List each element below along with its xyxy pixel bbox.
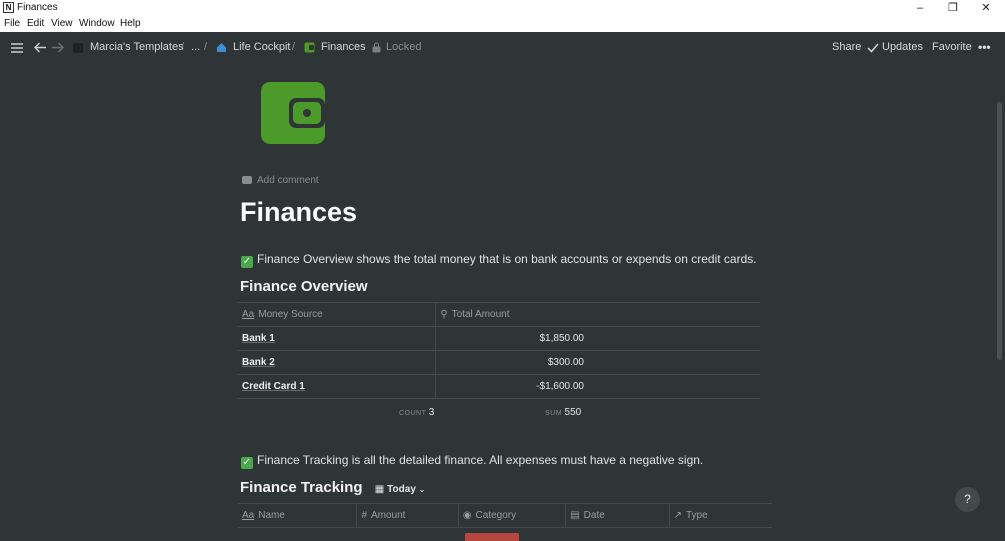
column-header-money-source[interactable]: Aa Money Source: [238, 302, 436, 327]
callout-finance-tracking: ✓ Finance Tracking is all the detailed fi…: [241, 453, 703, 469]
back-arrow-icon[interactable]: [33, 41, 47, 54]
wallet-page-icon[interactable]: [257, 78, 329, 148]
menu-window[interactable]: Window: [79, 18, 115, 29]
column-header-type[interactable]: ↗ Type: [668, 503, 772, 528]
minimize-icon[interactable]: –: [905, 0, 935, 16]
chevron-down-icon: ⌄: [418, 485, 426, 494]
breadcrumb-separator: /: [292, 41, 296, 53]
breadcrumb-current[interactable]: Finances: [321, 41, 366, 53]
callout-text[interactable]: Finance Tracking is all the detailed fin…: [257, 453, 703, 467]
menu-edit[interactable]: Edit: [27, 18, 44, 29]
workspace-icon: [73, 43, 83, 53]
finance-overview-table: Aa Money Source ⚲ Total Amount Bank 1 $1,8…: [238, 302, 760, 399]
breadcrumb-ellipsis[interactable]: ...: [191, 41, 200, 53]
column-header-date[interactable]: ▤ Date: [565, 503, 670, 528]
locked-label[interactable]: Locked: [386, 41, 421, 53]
breadcrumb-parent[interactable]: Life Cockpit: [233, 41, 290, 53]
check-mark-icon: ✓: [241, 256, 253, 268]
count-aggregate[interactable]: COUNT 3: [399, 407, 434, 418]
menu-file[interactable]: File: [4, 18, 20, 29]
table-view-icon: ▦: [374, 484, 385, 495]
title-property-icon: Aa: [242, 510, 255, 521]
notion-app-icon: N: [3, 2, 14, 13]
finance-tracking-table: Aa Name # Amount ◉ Category ▤ Date ↗ Type: [238, 503, 772, 528]
callout-text[interactable]: Finance Overview shows the total money t…: [257, 252, 757, 266]
add-comment-button[interactable]: Add comment: [242, 175, 319, 186]
checkmark-icon: [867, 43, 879, 53]
column-header-category[interactable]: ◉ Category: [457, 503, 566, 528]
menu-bar: File Edit View Window Help: [0, 16, 1005, 32]
page-title[interactable]: Finances: [240, 197, 357, 228]
sum-aggregate[interactable]: SUM 550: [545, 407, 581, 418]
column-header-amount[interactable]: # Amount: [356, 503, 459, 528]
table-header-row: Aa Money Source ⚲ Total Amount: [238, 302, 760, 327]
breadcrumb-workspace[interactable]: Marcia's Templates: [90, 41, 184, 53]
column-header-total-amount[interactable]: ⚲ Total Amount: [435, 302, 760, 327]
breadcrumb-separator: /: [181, 41, 185, 53]
window-title: Finances: [17, 2, 58, 13]
scrollbar[interactable]: [997, 102, 1002, 360]
relation-arrow-icon: ↗: [673, 510, 682, 521]
share-button[interactable]: Share: [832, 41, 861, 53]
menu-help[interactable]: Help: [120, 18, 141, 29]
updates-button[interactable]: Updates: [882, 41, 923, 53]
more-options-icon[interactable]: •••: [978, 40, 991, 54]
callout-finance-overview: ✓ Finance Overview shows the total money …: [241, 252, 757, 268]
number-property-icon: #: [361, 510, 367, 521]
table-row[interactable]: Credit Card 1 -$1,600.00: [238, 374, 760, 399]
favorite-button[interactable]: Favorite: [932, 41, 972, 53]
calendar-icon: ▤: [570, 510, 580, 521]
add-comment-label: Add comment: [257, 175, 319, 186]
close-icon[interactable]: ✕: [971, 0, 1001, 16]
search-formula-icon: ⚲: [440, 309, 448, 320]
comment-icon: [242, 176, 252, 184]
row-name[interactable]: Bank 2: [238, 350, 436, 375]
row-amount[interactable]: -$1,600.00: [435, 374, 760, 399]
row-amount[interactable]: $300.00: [435, 350, 760, 375]
category-tag[interactable]: [465, 533, 519, 541]
table-row[interactable]: Bank 2 $300.00: [238, 350, 760, 375]
finance-overview-heading[interactable]: Finance Overview: [240, 278, 368, 295]
row-amount[interactable]: $1,850.00: [435, 326, 760, 351]
sidebar-menu-icon[interactable]: [10, 42, 24, 54]
top-navigation-bar: Marcia's Templates / ... / Life Cockpit …: [0, 32, 1005, 64]
restore-icon[interactable]: ❐: [938, 0, 968, 16]
finance-tracking-heading: Finance Tracking ▦ Today ⌄: [240, 479, 426, 496]
table-header-row: Aa Name # Amount ◉ Category ▤ Date ↗ Type: [238, 503, 772, 528]
check-mark-icon: ✓: [241, 457, 253, 469]
lock-icon: [372, 42, 381, 53]
menu-view[interactable]: View: [51, 18, 73, 29]
help-button[interactable]: ?: [955, 487, 980, 512]
view-selector[interactable]: ▦ Today ⌄: [375, 484, 426, 495]
table-row[interactable]: Bank 1 $1,850.00: [238, 326, 760, 351]
wallet-icon: [304, 42, 315, 53]
row-name[interactable]: Credit Card 1: [238, 374, 436, 399]
home-icon: [217, 43, 226, 52]
forward-arrow-icon[interactable]: [51, 41, 65, 54]
title-property-icon: Aa: [242, 309, 255, 320]
window-titlebar: N Finances – ❐ ✕: [0, 0, 1005, 16]
select-property-icon: ◉: [462, 510, 472, 521]
breadcrumb-separator: /: [204, 41, 208, 53]
column-header-name[interactable]: Aa Name: [238, 503, 357, 528]
row-name[interactable]: Bank 1: [238, 326, 436, 351]
